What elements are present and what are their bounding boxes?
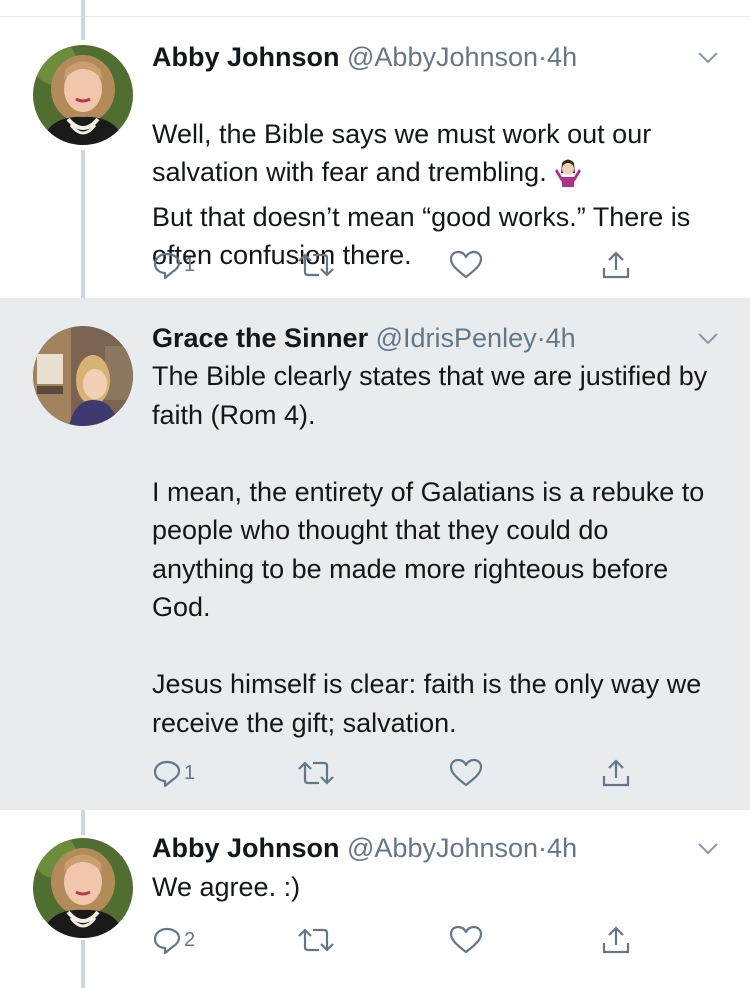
tweet-actions: 1: [152, 247, 652, 283]
tweet-actions: 1: [152, 755, 652, 791]
username[interactable]: @AbbyJohnson: [347, 42, 538, 72]
tweet-1[interactable]: Abby Johnson @AbbyJohnson·4h Well, the B…: [0, 17, 750, 298]
timestamp[interactable]: 4h: [546, 323, 576, 353]
share-icon: [602, 926, 630, 954]
like-icon: [449, 758, 483, 787]
tweet-3[interactable]: Abby Johnson @AbbyJohnson·4h We agree. :…: [0, 810, 750, 988]
share-icon: [602, 251, 630, 279]
retweet-icon: [298, 761, 334, 785]
share-button[interactable]: [600, 922, 632, 958]
woman-shrugging-emoji: [553, 157, 583, 198]
reply-count: 1: [184, 253, 196, 276]
reply-button[interactable]: 1: [152, 247, 195, 283]
tweet-header: Grace the Sinner @IdrisPenley·4h: [152, 321, 576, 355]
retweet-icon: [298, 253, 334, 277]
username[interactable]: @AbbyJohnson: [347, 833, 538, 863]
share-button[interactable]: [600, 247, 632, 283]
avatar[interactable]: [33, 838, 133, 938]
avatar[interactable]: [33, 326, 133, 426]
timestamp[interactable]: 4h: [547, 833, 577, 863]
reply-button[interactable]: 2: [152, 922, 195, 958]
avatar[interactable]: [33, 45, 133, 145]
chevron-down-icon[interactable]: [697, 841, 719, 857]
reply-count: 1: [184, 761, 196, 784]
tweet-header: Abby Johnson @AbbyJohnson·4h: [152, 40, 577, 74]
retweet-button[interactable]: [297, 755, 335, 791]
tweet-header: Abby Johnson @AbbyJohnson·4h: [152, 831, 577, 865]
share-button[interactable]: [600, 755, 632, 791]
display-name[interactable]: Abby Johnson: [152, 833, 340, 863]
tweet-actions: 2: [152, 922, 652, 958]
display-name[interactable]: Abby Johnson: [152, 42, 340, 72]
like-icon: [449, 250, 483, 279]
separator-dot: ·: [538, 42, 548, 72]
tweet-text: The Bible clearly states that we are jus…: [152, 361, 708, 738]
reply-icon: [153, 252, 181, 280]
retweet-icon: [298, 928, 334, 952]
display-name[interactable]: Grace the Sinner: [152, 323, 368, 353]
reply-icon: [153, 927, 181, 955]
tweet-2[interactable]: Grace the Sinner @IdrisPenley·4h The Bib…: [0, 298, 750, 810]
retweet-button[interactable]: [297, 922, 335, 958]
like-button[interactable]: [449, 922, 483, 958]
like-icon: [449, 925, 483, 954]
chevron-down-icon[interactable]: [697, 331, 719, 347]
username[interactable]: @IdrisPenley: [376, 323, 537, 353]
retweet-button[interactable]: [297, 247, 335, 283]
share-icon: [602, 759, 630, 787]
like-button[interactable]: [449, 755, 483, 791]
separator-dot: ·: [538, 833, 548, 863]
like-button[interactable]: [449, 247, 483, 283]
reply-button[interactable]: 1: [152, 755, 195, 791]
tweet-text: Well, the Bible says we must work out ou…: [152, 76, 712, 275]
timestamp[interactable]: 4h: [547, 42, 577, 72]
chevron-down-icon[interactable]: [697, 50, 719, 66]
reply-count: 2: [184, 928, 196, 951]
reply-icon: [153, 760, 181, 788]
tweet-text: We agree. :): [152, 872, 301, 902]
separator-dot: ·: [536, 323, 546, 353]
